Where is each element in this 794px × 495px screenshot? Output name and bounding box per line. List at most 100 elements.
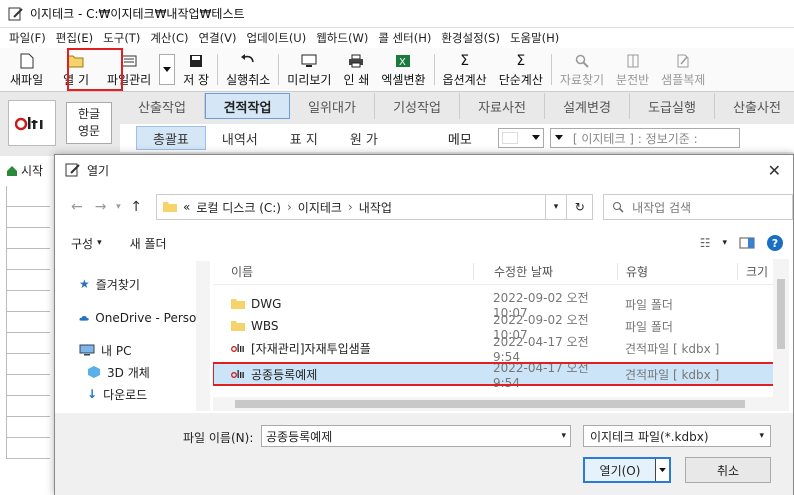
tab-progress-work[interactable]: 기성작업 (375, 93, 460, 119)
cancel-button[interactable]: 취소 (685, 457, 771, 483)
print-button[interactable]: 인 쇄 (337, 48, 375, 91)
path-segment-eztech[interactable]: 이지테크 (298, 199, 342, 216)
nav-scrollbar[interactable] (196, 261, 210, 411)
folder-open-icon (67, 52, 85, 70)
subtab-details[interactable]: 내역서 (206, 126, 274, 150)
organize-label: 구성 (71, 236, 94, 251)
menu-update[interactable]: 업데이트(U) (242, 30, 312, 46)
chevron-down-icon: ▾ (97, 238, 102, 248)
simple-calc-button[interactable]: Σ 단순계산 (493, 48, 549, 91)
start-node[interactable]: 시작 (6, 162, 43, 179)
preview-pane-icon[interactable] (739, 237, 755, 249)
view-options-icon[interactable]: ☷ (700, 236, 711, 250)
up-arrow-icon[interactable]: ↑ (124, 195, 148, 219)
organize-button[interactable]: 구성 ▾ (71, 235, 102, 252)
menu-help[interactable]: 도움말(H) (505, 30, 564, 46)
memo-color-dropdown[interactable] (497, 128, 544, 148)
chevron-down-icon[interactable]: ▾ (722, 238, 727, 248)
file-type-filter[interactable]: 이지테크 파일(*.kdbx) ▾ (583, 425, 771, 447)
info-standard-dropdown[interactable]: [ 이지테크 ] : 정보기준 : (549, 128, 740, 148)
column-size[interactable]: 크기 (737, 263, 777, 280)
new-file-button[interactable]: 새파일 (4, 48, 49, 91)
recent-dropdown-icon[interactable]: ▾ (112, 195, 124, 219)
menu-webhard[interactable]: 웹하드(W) (311, 30, 373, 46)
column-type[interactable]: 유형 (617, 263, 737, 280)
file-name: DWG (251, 297, 282, 311)
file-management-button[interactable]: 파일관리 (101, 48, 157, 91)
column-date[interactable]: 수정한 날짜 (473, 263, 617, 280)
filename-input[interactable]: 공종등록예제 ▾ (261, 425, 571, 447)
address-bar[interactable]: « 로컬 디스크 (C:) › 이지테크 › 내작업 (156, 194, 546, 220)
preview-button[interactable]: 미리보기 (281, 48, 337, 91)
material-find-button[interactable]: 자료찾기 (554, 48, 610, 91)
nav-item-this-pc[interactable]: 내 PC (65, 339, 204, 361)
tab-data-dictionary[interactable]: 자료사전 (460, 93, 545, 119)
scrollbar-thumb[interactable] (777, 279, 785, 349)
menu-tools[interactable]: 도구(T) (98, 30, 145, 46)
menu-callcenter[interactable]: 콜 센터(H) (373, 30, 436, 46)
address-dropdown[interactable]: ▾ (545, 194, 568, 220)
monitor-icon (301, 52, 317, 70)
nav-item-3d-objects[interactable]: 3D 개체 (65, 361, 204, 383)
help-icon[interactable]: ? (767, 235, 783, 251)
tab-design-change[interactable]: 설계변경 (545, 93, 630, 119)
new-folder-button[interactable]: 새 폴더 (130, 235, 167, 252)
dialog-footer: 파일 이름(N): 공종등록예제 ▾ 이지테크 파일(*.kdbx) ▾ 열기(… (55, 413, 793, 495)
lang-english[interactable]: 영문 (78, 123, 100, 140)
close-icon[interactable]: ✕ (768, 161, 781, 180)
path-overflow[interactable]: « (183, 200, 190, 214)
undo-button[interactable]: 실행취소 (220, 48, 276, 91)
nav-item-downloads[interactable]: ↓ 다운로드 (65, 383, 204, 405)
subtab-cost[interactable]: 원 가 (334, 126, 394, 150)
open-dialog-button[interactable]: 열기(O) (583, 457, 671, 483)
menu-edit[interactable]: 편집(E) (51, 30, 98, 46)
chevron-down-icon[interactable]: ▾ (561, 431, 566, 441)
chevron-down-icon[interactable] (655, 459, 669, 481)
excel-export-button[interactable]: X 엑셀변환 (375, 48, 431, 91)
menu-calc[interactable]: 계산(C) (145, 30, 193, 46)
menu-settings[interactable]: 환경설정(S) (436, 30, 505, 46)
filename-value[interactable]: 공종등록예제 (266, 428, 332, 445)
language-toggle[interactable]: 한글 영문 (66, 102, 112, 144)
subtab-cover[interactable]: 표 지 (274, 126, 334, 150)
sub-tabs: 총괄표 내역서 표 지 원 가 메모 [ 이지테크 ] : 정보기준 : (120, 124, 794, 152)
save-button[interactable]: 저 장 (177, 48, 215, 91)
open-button[interactable]: 열 기 (57, 48, 95, 91)
new-file-icon (20, 52, 34, 70)
sigma-icon: Σ (460, 52, 470, 69)
menu-file[interactable]: 파일(F) (4, 30, 51, 46)
file-management-dropdown[interactable] (159, 54, 176, 85)
lang-korean[interactable]: 한글 (78, 106, 100, 123)
menu-link[interactable]: 연결(V) (194, 30, 242, 46)
tab-calc-dictionary[interactable]: 산출사전 (715, 93, 794, 119)
refresh-icon[interactable]: ↻ (567, 194, 594, 220)
computer-icon (79, 344, 95, 356)
tab-unit-price[interactable]: 일위대가 (290, 93, 375, 119)
nav-item-onedrive[interactable]: OneDrive - Person (65, 307, 204, 329)
nav-label: 즐겨찾기 (95, 277, 140, 292)
scrollbar-thumb[interactable] (235, 400, 745, 408)
forward-arrow-icon[interactable]: → (89, 195, 113, 219)
file-list-horizontal-scrollbar[interactable] (213, 397, 773, 411)
tab-calc-work[interactable]: 산출작업 (120, 93, 205, 119)
tab-contract-execution[interactable]: 도급실행 (630, 93, 715, 119)
chevron-down-icon: ▾ (759, 431, 764, 441)
split-panel-button[interactable]: 분전반 (610, 48, 655, 91)
option-calc-button[interactable]: Σ 옵션계산 (437, 48, 493, 91)
back-arrow-icon[interactable]: ← (65, 195, 89, 219)
sample-copy-button[interactable]: 샘플복제 (655, 48, 711, 91)
path-segment-drive[interactable]: 로컬 디스크 (C:) (196, 199, 281, 216)
file-row-work-item-example[interactable]: 공종등록예제 2022-04-17 오전 9:54 견적파일 [ kdbx ] (213, 361, 783, 390)
nav-item-favorites[interactable]: ★ 즐겨찾기 (65, 273, 204, 295)
path-segment-mywork[interactable]: 내작업 (359, 199, 392, 216)
panel-icon (626, 52, 640, 70)
new-folder-label: 새 폴더 (129, 236, 167, 251)
tab-estimate-work[interactable]: 견적작업 (205, 93, 290, 119)
subtab-summary[interactable]: 총괄표 (136, 126, 206, 150)
column-name[interactable]: 이름 (213, 263, 473, 280)
file-row-material-sample[interactable]: [자재관리]자재투입샘플 2022-04-17 오전 9:54 견적파일 [ k… (213, 335, 783, 364)
file-list-vertical-scrollbar[interactable] (773, 259, 789, 411)
title-bar: 이지테크 - C:₩이지테크₩내작업₩테스트 (0, 0, 794, 28)
printer-icon (348, 52, 364, 70)
search-input[interactable]: 내작업 검색 (603, 194, 793, 220)
